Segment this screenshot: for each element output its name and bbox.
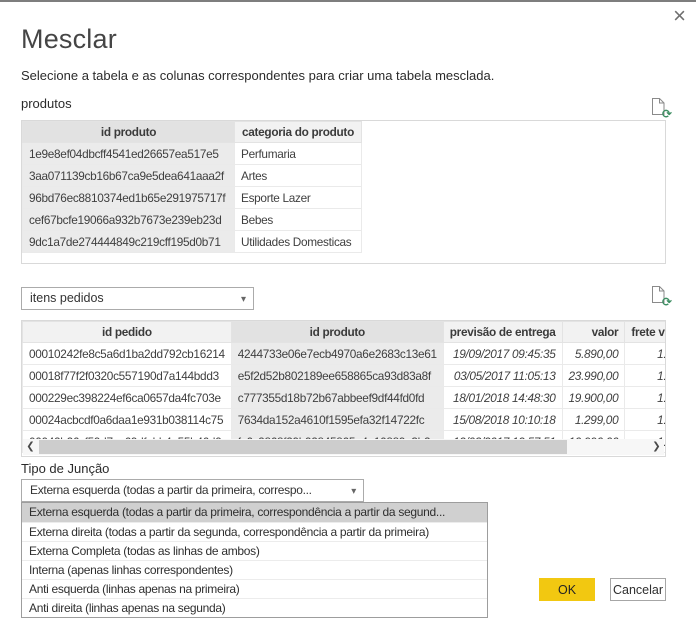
table-row: 3aa071139cb16b67ca9e5dea641aaa2f Artes [23,165,362,187]
cell-id-produto[interactable]: c777355d18b72b67abbeef9df44fd0fd [231,387,443,409]
cell-frete[interactable]: 1.787 [625,387,666,409]
cell-id-produto[interactable]: e5f2d52b802189ee658865ca93d83a8f [231,365,443,387]
cell-id-produto[interactable]: 7634da152a4610f1595efa32f14722fc [231,409,443,431]
join-option-anti-esquerda[interactable]: Anti esquerda (linhas apenas na primeira… [22,579,487,598]
table-row: 9dc1a7de274444849c219cff195d0b71 Utilida… [23,231,362,253]
table-row: 00010242fe8c5a6d1ba2dd792cb16214 4244733… [23,343,667,365]
cell-id-pedido[interactable]: 00024acbcdf0a6daa1e931b038114c75 [23,409,232,431]
chevron-down-icon: ▾ [351,481,356,502]
cell-frete[interactable]: 1.993 [625,365,666,387]
column-header-previsao[interactable]: previsão de entrega [443,322,562,343]
table-row: 1e9e8ef04dbcff4541ed26657ea517e5 Perfuma… [23,143,362,165]
column-header-categoria[interactable]: categoria do produto [235,122,362,143]
join-option-externa-esquerda[interactable]: Externa esquerda (todas a partir da prim… [22,503,487,522]
column-header-id-produto[interactable]: id produto [23,122,235,143]
produtos-preview-panel: id produto categoria do produto 1e9e8ef0… [21,120,666,264]
scrollbar-thumb[interactable] [39,440,567,454]
cell-categoria[interactable]: Esporte Lazer [235,187,362,209]
ok-button[interactable]: OK [539,578,595,601]
cell-frete[interactable]: 1.329 [625,343,666,365]
dialog-subtitle: Selecione a tabela e as colunas correspo… [21,68,494,83]
cell-valor[interactable]: 23.990,00 [562,365,625,387]
cell-frete[interactable]: 1.279 [625,409,666,431]
cell-categoria[interactable]: Bebes [235,209,362,231]
cell-valor[interactable]: 19.900,00 [562,387,625,409]
column-header-id-pedido[interactable]: id pedido [23,322,232,343]
cell-id-produto[interactable]: 4244733e06e7ecb4970a6e2683c13e61 [231,343,443,365]
scroll-right-icon[interactable]: ❯ [649,439,664,455]
cell-id-pedido[interactable]: 00010242fe8c5a6d1ba2dd792cb16214 [23,343,232,365]
itens-table: id pedido id produto previsão de entrega… [22,321,666,453]
join-kind-select-value: Externa esquerda (todas a partir da prim… [30,483,312,497]
join-option-anti-direita[interactable]: Anti direita (linhas apenas na segunda) [22,598,487,617]
refresh-icon: ⟳ [662,108,672,120]
cell-categoria[interactable]: Utilidades Domesticas [235,231,362,253]
scroll-left-icon[interactable]: ❮ [23,439,38,455]
chevron-down-icon: ▾ [241,289,246,310]
cell-previsao[interactable]: 19/09/2017 09:45:35 [443,343,562,365]
cell-previsao[interactable]: 15/08/2018 10:10:18 [443,409,562,431]
cell-id-pedido[interactable]: 000229ec398224ef6ca0657da4fc703e [23,387,232,409]
cell-id-produto[interactable]: 3aa071139cb16b67ca9e5dea641aaa2f [23,165,235,187]
cell-id-produto[interactable]: cef67bcfe19066a932b7673e239eb23d [23,209,235,231]
table-row: cef67bcfe19066a932b7673e239eb23d Bebes [23,209,362,231]
join-kind-label: Tipo de Junção [21,461,109,476]
table-row: 00018f77f2f0320c557190d7a144bdd3 e5f2d52… [23,365,667,387]
itens-preview-panel: id pedido id produto previsão de entrega… [21,320,666,457]
table-row: 000229ec398224ef6ca0657da4fc703e c777355… [23,387,667,409]
cell-id-pedido[interactable]: 00018f77f2f0320c557190d7a144bdd3 [23,365,232,387]
cell-valor[interactable]: 1.299,00 [562,409,625,431]
table-header-row: id pedido id produto previsão de entrega… [23,322,667,343]
cell-id-produto[interactable]: 9dc1a7de274444849c219cff195d0b71 [23,231,235,253]
cell-id-produto[interactable]: 96bd76ec8810374ed1b65e291975717f [23,187,235,209]
cell-categoria[interactable]: Perfumaria [235,143,362,165]
join-option-interna[interactable]: Interna (apenas linhas correspondentes) [22,560,487,579]
table-row: 00024acbcdf0a6daa1e931b038114c75 7634da1… [23,409,667,431]
merge-dialog: { "dialog": { "title": "Mesclar", "subti… [0,0,696,626]
dialog-title: Mesclar [21,24,117,55]
close-icon[interactable]: × [673,5,686,27]
cancel-button[interactable]: Cancelar [610,578,666,601]
column-header-valor[interactable]: valor [562,322,625,343]
horizontal-scrollbar[interactable]: ❮ ❯ [23,439,664,455]
produtos-table-label: produtos [21,96,72,111]
cell-categoria[interactable]: Artes [235,165,362,187]
cell-previsao[interactable]: 03/05/2017 11:05:13 [443,365,562,387]
second-table-select-value: itens pedidos [30,291,104,305]
cell-valor[interactable]: 5.890,00 [562,343,625,365]
join-option-externa-direita[interactable]: Externa direita (todas a partir da segun… [22,522,487,541]
join-option-externa-completa[interactable]: Externa Completa (todas as linhas de amb… [22,541,487,560]
column-header-id-produto[interactable]: id produto [231,322,443,343]
produtos-table: id produto categoria do produto 1e9e8ef0… [22,121,362,253]
second-table-select[interactable]: itens pedidos ▾ [21,287,254,310]
join-kind-select[interactable]: Externa esquerda (todas a partir da prim… [21,479,364,502]
cell-id-produto[interactable]: 1e9e8ef04dbcff4541ed26657ea517e5 [23,143,235,165]
table-row: 96bd76ec8810374ed1b65e291975717f Esporte… [23,187,362,209]
column-header-frete[interactable]: frete valor [625,322,666,343]
refresh-preview-icon[interactable]: ⟳ [651,97,669,117]
refresh-preview-icon[interactable]: ⟳ [651,285,669,305]
cell-previsao[interactable]: 18/01/2018 14:48:30 [443,387,562,409]
table-header-row: id produto categoria do produto [23,122,362,143]
refresh-icon: ⟳ [662,296,672,308]
join-kind-dropdown-list: Externa esquerda (todas a partir da prim… [21,502,488,618]
